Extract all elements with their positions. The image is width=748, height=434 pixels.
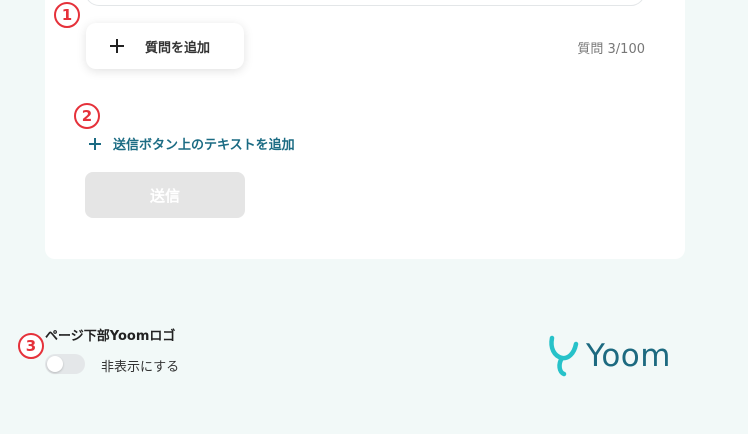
add-question-label: 質問を追加 — [145, 40, 211, 56]
add-question-button[interactable]: 質問を追加 — [86, 23, 244, 69]
plus-icon — [89, 137, 101, 150]
annotation-badge-3: 3 — [18, 333, 44, 359]
yoom-wordmark: Yoom — [586, 338, 671, 374]
yoom-logo-icon — [549, 335, 579, 377]
add-submit-text-link[interactable]: 送信ボタン上のテキストを追加 — [89, 134, 295, 153]
submit-button[interactable]: 送信 — [85, 172, 245, 218]
annotation-badge-2: 2 — [74, 103, 100, 129]
form-settings-page: 質問を追加 質問 3/100 送信ボタン上のテキストを追加 送信 1 2 3 ペ… — [0, 0, 748, 434]
plus-icon — [110, 39, 124, 53]
annotation-badge-1: 1 — [54, 2, 80, 28]
yoom-logo: Yoom — [546, 334, 688, 378]
previous-question-field[interactable] — [85, 0, 645, 6]
question-count: 質問 3/100 — [577, 42, 645, 57]
logo-setting-title: ページ下部Yoomロゴ — [45, 329, 176, 344]
toggle-knob — [47, 356, 63, 372]
hide-logo-toggle-label: 非表示にする — [101, 360, 180, 375]
form-card: 質問を追加 質問 3/100 送信ボタン上のテキストを追加 送信 — [45, 0, 685, 259]
hide-logo-toggle[interactable] — [45, 354, 85, 374]
add-submit-text-label: 送信ボタン上のテキストを追加 — [113, 138, 295, 153]
